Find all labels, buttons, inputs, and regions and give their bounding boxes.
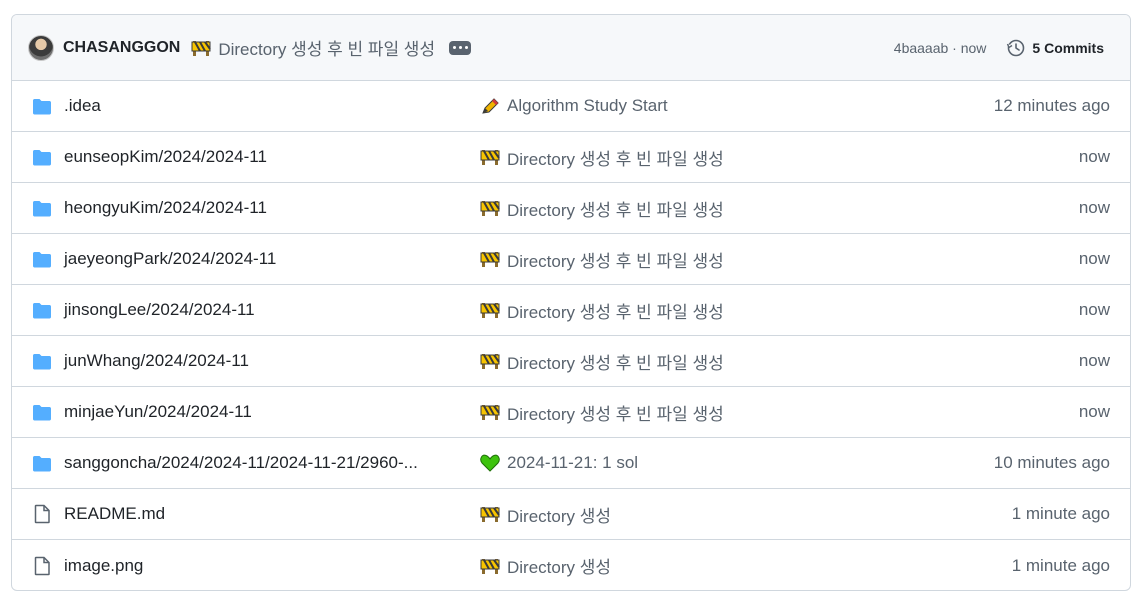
file-row[interactable]: sanggoncha/2024/2024-11/2024-11-21/2960-… (12, 438, 1130, 489)
folder-icon (32, 301, 52, 319)
file-name-link[interactable]: image.png (64, 556, 143, 576)
commit-time: 10 minutes ago (993, 453, 1110, 472)
commit-time: 1 minute ago (1011, 555, 1110, 575)
pencil-icon (480, 97, 500, 115)
commit-message-text: Directory 생성 후 빈 파일 생성 (507, 200, 724, 220)
commit-message-text: Directory 생성 (507, 506, 612, 526)
commit-message-text: Directory 생성 후 빈 파일 생성 (507, 302, 724, 322)
commit-time: now (1078, 198, 1110, 217)
folder-icon (32, 199, 52, 217)
file-name-link[interactable]: README.md (64, 504, 165, 524)
file-icon (32, 556, 52, 575)
construction-icon (480, 301, 500, 319)
commits-count: 5 Commits (1032, 40, 1104, 56)
construction-icon (480, 403, 500, 421)
commit-time: now (1078, 147, 1110, 166)
commit-message-link[interactable]: Directory 생성 후 빈 파일 생성 (480, 349, 724, 374)
commit-message-link[interactable]: Directory 생성 후 빈 파일 생성 (480, 247, 724, 272)
file-row[interactable]: image.png Directory 생성 1 minute ago (12, 540, 1130, 590)
construction-icon (480, 557, 500, 575)
construction-icon (480, 199, 500, 217)
commit-message[interactable]: Directory 생성 후 빈 파일 생성 (191, 35, 435, 60)
file-name-link[interactable]: sanggoncha/2024/2024-11/2024-11-21/2960-… (64, 453, 418, 473)
commit-time: now (1078, 402, 1110, 421)
commit-message-link[interactable]: Directory 생성 (480, 502, 611, 527)
folder-icon (32, 403, 52, 421)
file-row[interactable]: junWhang/2024/2024-11 Directory 생성 후 빈 파일… (12, 336, 1130, 387)
folder-icon (32, 148, 52, 166)
commits-link[interactable]: 5 Commits (1006, 38, 1104, 58)
commit-hash[interactable]: 4baaaab · now (894, 40, 987, 56)
file-name-link[interactable]: heongyuKim/2024/2024-11 (64, 198, 267, 218)
file-name-link[interactable]: jaeyeongPark/2024/2024-11 (64, 249, 276, 269)
folder-icon (32, 97, 52, 115)
commit-message-text: Directory 생성 후 빈 파일 생성 (507, 149, 724, 169)
file-row[interactable]: heongyuKim/2024/2024-11 Directory 생성 후 빈 … (12, 183, 1130, 234)
commit-message-text: 2024-11-21: 1 sol (507, 453, 639, 472)
latest-commit-bar: CHASANGGON Directory 생성 후 빈 파일 생성 4baaaa… (12, 15, 1130, 81)
construction-icon (480, 148, 500, 166)
commit-time: now (1078, 300, 1110, 319)
commit-time: 1 minute ago (1011, 504, 1110, 523)
folder-icon (32, 250, 52, 268)
file-name-link[interactable]: jinsongLee/2024/2024-11 (64, 300, 255, 320)
construction-icon (480, 250, 500, 268)
file-row[interactable]: minjaeYun/2024/2024-11 Directory 생성 후 빈 파… (12, 387, 1130, 438)
file-name-link[interactable]: junWhang/2024/2024-11 (64, 351, 249, 371)
commit-message-text: Directory 생성 (507, 558, 612, 577)
expand-message-button[interactable] (449, 40, 472, 55)
commit-message-link[interactable]: Directory 생성 후 빈 파일 생성 (480, 196, 724, 221)
file-name-link[interactable]: minjaeYun/2024/2024-11 (64, 402, 252, 422)
commit-message-link[interactable]: Directory 생성 후 빈 파일 생성 (480, 400, 724, 425)
commit-message-text: Algorithm Study Start (507, 96, 668, 115)
commit-message-text: Directory 생성 후 빈 파일 생성 (507, 353, 724, 373)
commit-message-link[interactable]: Algorithm Study Start (480, 96, 668, 116)
commit-message-link[interactable]: Directory 생성 후 빈 파일 생성 (480, 298, 724, 323)
file-row[interactable]: jaeyeongPark/2024/2024-11 Directory 생성 후 … (12, 234, 1130, 285)
commit-time: now (1078, 351, 1110, 370)
file-row[interactable]: README.md Directory 생성 1 minute ago (12, 489, 1130, 540)
file-row[interactable]: .idea Algorithm Study Start 12 minutes ago (12, 81, 1130, 132)
commit-author[interactable]: CHASANGGON (63, 39, 180, 57)
avatar[interactable] (28, 34, 54, 61)
construction-icon (191, 39, 212, 57)
commit-time: now (1078, 249, 1110, 268)
commit-time: 12 minutes ago (993, 96, 1110, 115)
folder-icon (32, 352, 52, 370)
commit-message-link[interactable]: Directory 생성 (480, 553, 611, 578)
commit-message-text: Directory 생성 후 빈 파일 생성 (507, 251, 724, 271)
file-icon (32, 504, 52, 524)
green-heart-icon (480, 454, 500, 472)
commit-message-link[interactable]: Directory 생성 후 빈 파일 생성 (480, 145, 724, 170)
file-row[interactable]: eunseopKim/2024/2024-11 Directory 생성 후 빈 … (12, 132, 1130, 183)
commit-message-text: Directory 생성 후 빈 파일 생성 (218, 40, 436, 59)
folder-icon (32, 454, 52, 472)
file-browser: CHASANGGON Directory 생성 후 빈 파일 생성 4baaaa… (11, 14, 1131, 591)
construction-icon (480, 505, 500, 523)
file-name-link[interactable]: .idea (64, 96, 101, 116)
file-row[interactable]: jinsongLee/2024/2024-11 Directory 생성 후 빈 … (12, 285, 1130, 336)
file-name-link[interactable]: eunseopKim/2024/2024-11 (64, 147, 267, 167)
construction-icon (480, 352, 500, 370)
commit-message-link[interactable]: 2024-11-21: 1 sol (480, 453, 638, 473)
history-icon (1007, 39, 1025, 57)
commit-message-text: Directory 생성 후 빈 파일 생성 (507, 404, 724, 424)
